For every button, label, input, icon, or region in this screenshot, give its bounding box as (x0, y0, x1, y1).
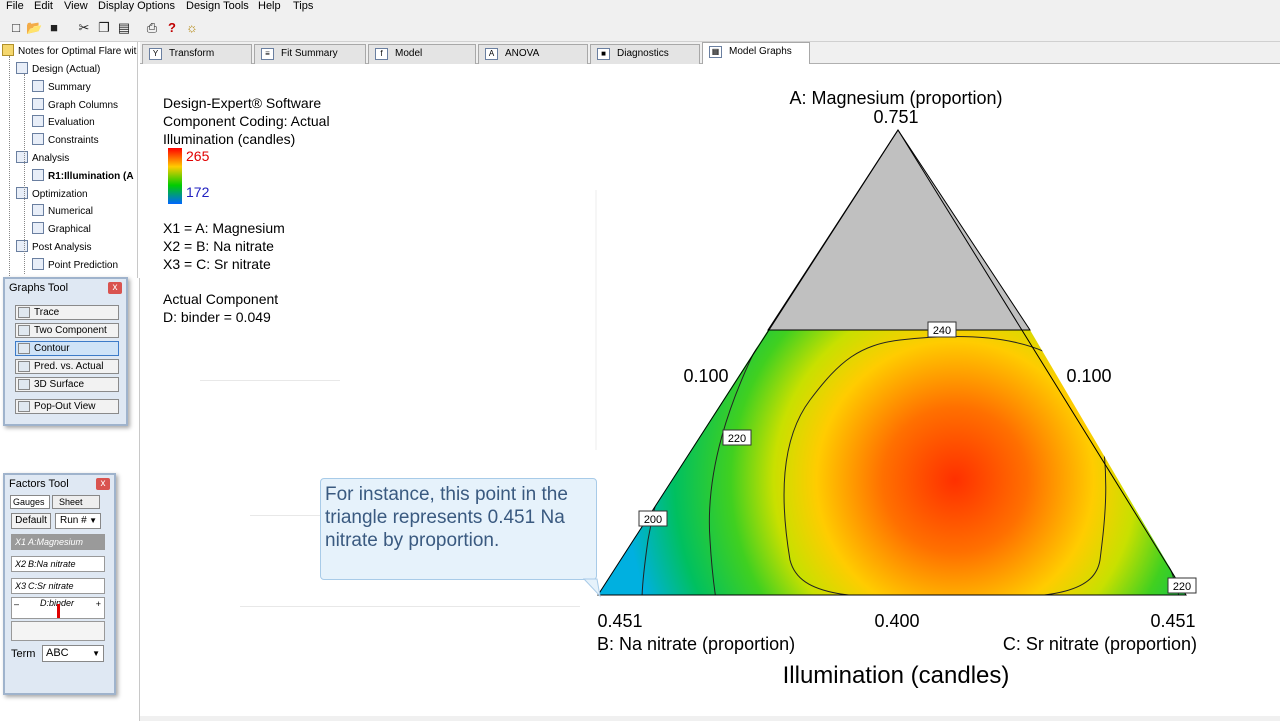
response-axis-title: Illumination (candles) (783, 662, 1010, 689)
contour-label-220: 220 (728, 433, 746, 445)
excluded-region (767, 129, 1031, 331)
left-edge-value: 0.100 (683, 366, 728, 386)
c-axis-label: C: Sr nitrate (proportion) (1003, 634, 1197, 654)
bottom-mid-value: 0.400 (874, 611, 919, 631)
bottom-right-value: 0.451 (1150, 611, 1195, 631)
contour-label-240: 240 (933, 325, 951, 337)
ternary-contour-plot: 240 220 200 220 A: Magnesium (proportion… (595, 88, 1197, 689)
callout-pointer (582, 578, 601, 598)
top-axis-label: A: Magnesium (proportion) (789, 88, 1002, 108)
contour-label-200: 200 (644, 514, 662, 526)
b-axis-label: B: Na nitrate (proportion) (597, 634, 795, 654)
right-edge-value: 0.100 (1066, 366, 1111, 386)
status-bar (140, 716, 1280, 721)
annotation-callout: For instance, this point in the triangle… (320, 478, 597, 580)
top-axis-value: 0.751 (873, 107, 918, 127)
contour-label-220-right: 220 (1173, 581, 1191, 593)
callout-text: For instance, this point in the triangle… (325, 484, 568, 551)
bottom-left-value: 0.451 (597, 611, 642, 631)
